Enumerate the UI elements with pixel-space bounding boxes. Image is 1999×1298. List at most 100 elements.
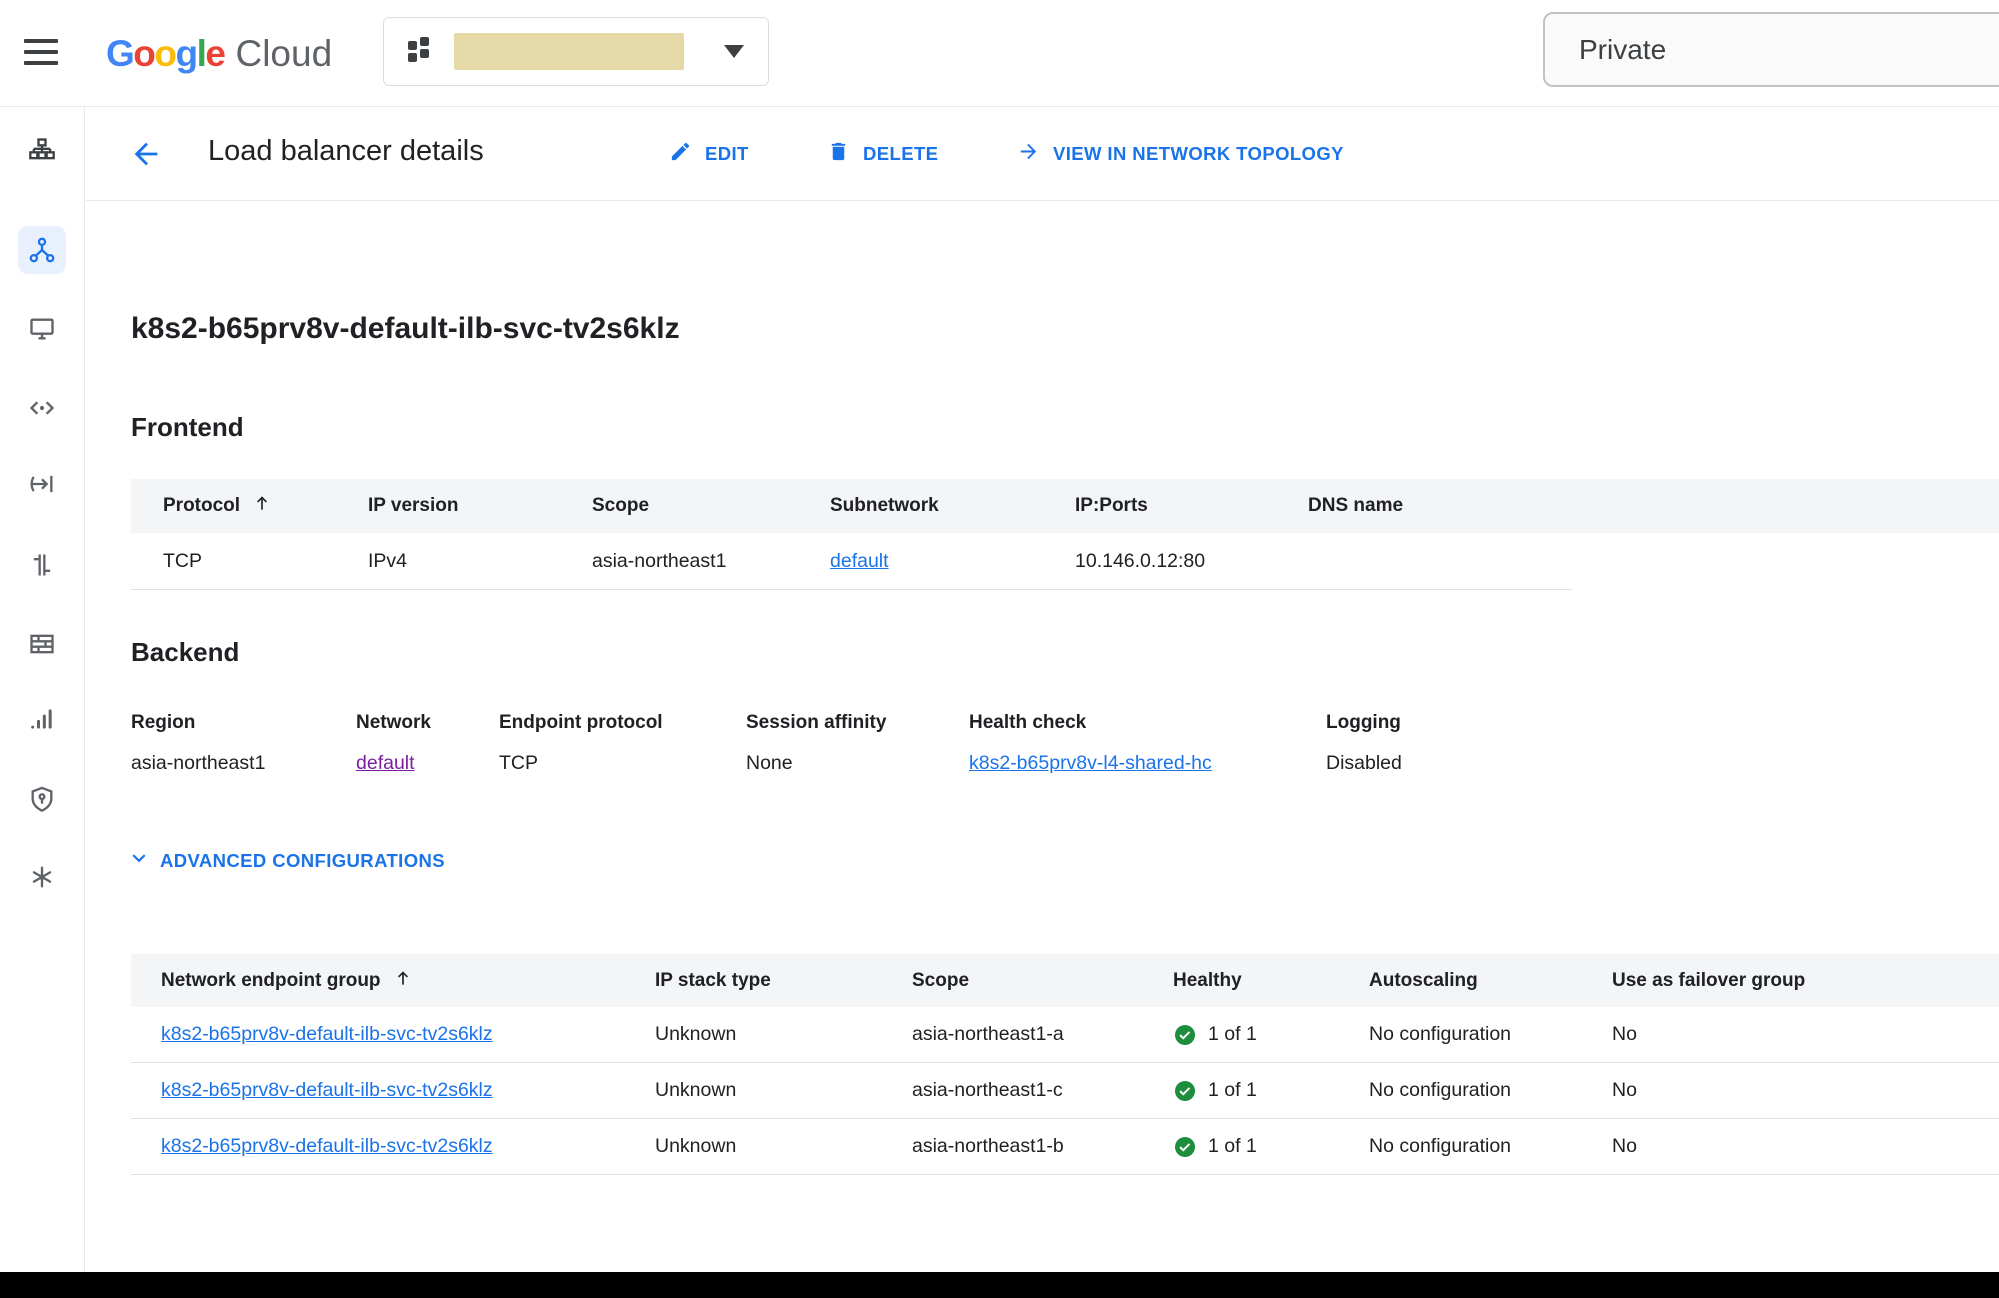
backend-label-logging: Logging [1326, 712, 1546, 734]
network-security-icon[interactable] [18, 775, 66, 823]
backend-endpoint-protocol-value: TCP [499, 752, 746, 775]
neg-autoscaling-value: No configuration [1369, 1135, 1612, 1158]
left-nav-rail [0, 107, 85, 1272]
neg-name-link[interactable]: k8s2-b65prv8v-default-ilb-svc-tv2s6klz [161, 1023, 493, 1045]
healthy-check-icon [1173, 1135, 1197, 1159]
backend-label-endpoint-protocol: Endpoint protocol [499, 712, 746, 734]
neg-ip-stack-value: Unknown [655, 1023, 912, 1046]
frontend-ip-ports-value: 10.146.0.12:80 [1075, 550, 1308, 573]
frontend-col-ip-version[interactable]: IP version [368, 495, 592, 517]
load-balancer-name: k8s2-b65prv8v-default-ilb-svc-tv2s6klz [131, 312, 680, 346]
neg-ip-stack-value: Unknown [655, 1079, 912, 1102]
backend-services-icon[interactable] [18, 305, 66, 353]
arrow-right-icon [1017, 140, 1040, 168]
frontend-table: Protocol IP version Scope Subnetwork IP:… [131, 479, 1999, 590]
project-icon [408, 37, 438, 67]
frontend-section-heading: Frontend [131, 412, 244, 443]
neg-table-header: Network endpoint group IP stack type Sco… [131, 954, 1999, 1007]
edit-button[interactable]: EDIT [669, 107, 749, 201]
neg-table-row: k8s2-b65prv8v-default-ilb-svc-tv2s6klz U… [131, 1007, 1999, 1063]
neg-col-scope[interactable]: Scope [912, 970, 1173, 992]
delete-button-label: DELETE [863, 143, 938, 165]
frontend-scope-value: asia-northeast1 [592, 550, 830, 573]
neg-autoscaling-value: No configuration [1369, 1023, 1612, 1046]
neg-col-name[interactable]: Network endpoint group [161, 968, 655, 994]
frontend-protocol-value: TCP [163, 550, 368, 573]
advanced-configurations-label: ADVANCED CONFIGURATIONS [160, 850, 445, 872]
page: Google Cloud Private [0, 0, 1999, 1298]
backend-section-heading: Backend [131, 637, 239, 668]
network-endpoint-group-table: Network endpoint group IP stack type Sco… [131, 954, 1999, 1175]
menu-icon[interactable] [24, 39, 58, 67]
backend-label-network: Network [356, 712, 499, 734]
neg-table-row: k8s2-b65prv8v-default-ilb-svc-tv2s6klz U… [131, 1063, 1999, 1119]
sort-ascending-icon [393, 968, 413, 994]
frontend-subnetwork-link[interactable]: default [830, 550, 889, 572]
delete-button[interactable]: DELETE [827, 107, 938, 201]
pencil-icon [669, 140, 692, 168]
neg-scope-value: asia-northeast1-a [912, 1023, 1173, 1046]
frontend-col-ip-ports[interactable]: IP:Ports [1075, 495, 1308, 517]
connectivity-icon[interactable] [18, 541, 66, 589]
neg-col-ip-stack-type[interactable]: IP stack type [655, 970, 912, 992]
topology-button-label: VIEW IN NETWORK TOPOLOGY [1053, 143, 1344, 165]
neg-name-link[interactable]: k8s2-b65prv8v-default-ilb-svc-tv2s6klz [161, 1135, 493, 1157]
trash-icon [827, 140, 850, 168]
frontend-col-protocol[interactable]: Protocol [163, 493, 368, 519]
neg-name-link[interactable]: k8s2-b65prv8v-default-ilb-svc-tv2s6klz [161, 1079, 493, 1101]
chevron-down-icon [126, 845, 152, 876]
advanced-configurations-toggle[interactable]: ADVANCED CONFIGURATIONS [126, 845, 445, 876]
cloud-logo-text: Cloud [235, 33, 332, 75]
healthy-count: 1 of 1 [1208, 1135, 1257, 1158]
neg-autoscaling-value: No configuration [1369, 1079, 1612, 1102]
backend-region-value: asia-northeast1 [131, 752, 356, 775]
edit-button-label: EDIT [705, 143, 749, 165]
frontend-col-scope[interactable]: Scope [592, 495, 830, 517]
backend-fields: Region Network Endpoint protocol Session… [131, 712, 1546, 775]
neg-failover-value: No [1612, 1135, 1999, 1158]
healthy-check-icon [1173, 1023, 1197, 1047]
google-cloud-logo: Google Cloud [106, 0, 332, 107]
backend-label-session-affinity: Session affinity [746, 712, 969, 734]
project-selector[interactable] [383, 17, 769, 86]
project-name-redacted [454, 33, 684, 70]
bottom-black-bar [0, 1272, 1999, 1298]
healthy-count: 1 of 1 [1208, 1023, 1257, 1046]
neg-scope-value: asia-northeast1-b [912, 1135, 1173, 1158]
chevron-down-icon [724, 45, 744, 58]
neg-failover-value: No [1612, 1023, 1999, 1046]
sort-ascending-icon [252, 493, 272, 519]
private-window-label: Private [1543, 12, 1999, 87]
neg-col-autoscaling[interactable]: Autoscaling [1369, 970, 1612, 992]
neg-col-failover[interactable]: Use as failover group [1612, 970, 1999, 992]
network-intelligence-icon[interactable] [18, 695, 66, 743]
firewall-icon[interactable] [18, 620, 66, 668]
neg-failover-value: No [1612, 1079, 1999, 1102]
top-app-bar: Google Cloud Private [0, 0, 1999, 107]
neg-col-healthy[interactable]: Healthy [1173, 970, 1369, 992]
private-service-connect-icon[interactable] [18, 384, 66, 432]
backend-session-affinity-value: None [746, 752, 969, 775]
frontend-col-dns-name[interactable]: DNS name [1308, 495, 1999, 517]
frontend-table-header: Protocol IP version Scope Subnetwork IP:… [131, 479, 1999, 533]
private-label-text: Private [1579, 34, 1666, 66]
back-button[interactable] [126, 134, 166, 174]
backend-logging-value: Disabled [1326, 752, 1546, 775]
healthy-check-icon [1173, 1079, 1197, 1103]
healthy-count: 1 of 1 [1208, 1079, 1257, 1102]
network-topology-icon[interactable] [18, 126, 66, 174]
backend-label-health-check: Health check [969, 712, 1326, 734]
traffic-routing-icon[interactable] [18, 460, 66, 508]
service-mesh-icon[interactable] [18, 853, 66, 901]
page-title: Load balancer details [208, 135, 484, 168]
load-balancing-icon[interactable] [18, 226, 66, 274]
backend-health-check-link[interactable]: k8s2-b65prv8v-l4-shared-hc [969, 752, 1212, 774]
neg-ip-stack-value: Unknown [655, 1135, 912, 1158]
frontend-col-subnetwork[interactable]: Subnetwork [830, 495, 1075, 517]
neg-scope-value: asia-northeast1-c [912, 1079, 1173, 1102]
backend-network-link[interactable]: default [356, 752, 415, 774]
neg-table-row: k8s2-b65prv8v-default-ilb-svc-tv2s6klz U… [131, 1119, 1999, 1175]
frontend-table-row: TCP IPv4 asia-northeast1 default 10.146.… [131, 533, 1572, 590]
view-in-network-topology-button[interactable]: VIEW IN NETWORK TOPOLOGY [1017, 107, 1344, 201]
backend-label-region: Region [131, 712, 356, 734]
